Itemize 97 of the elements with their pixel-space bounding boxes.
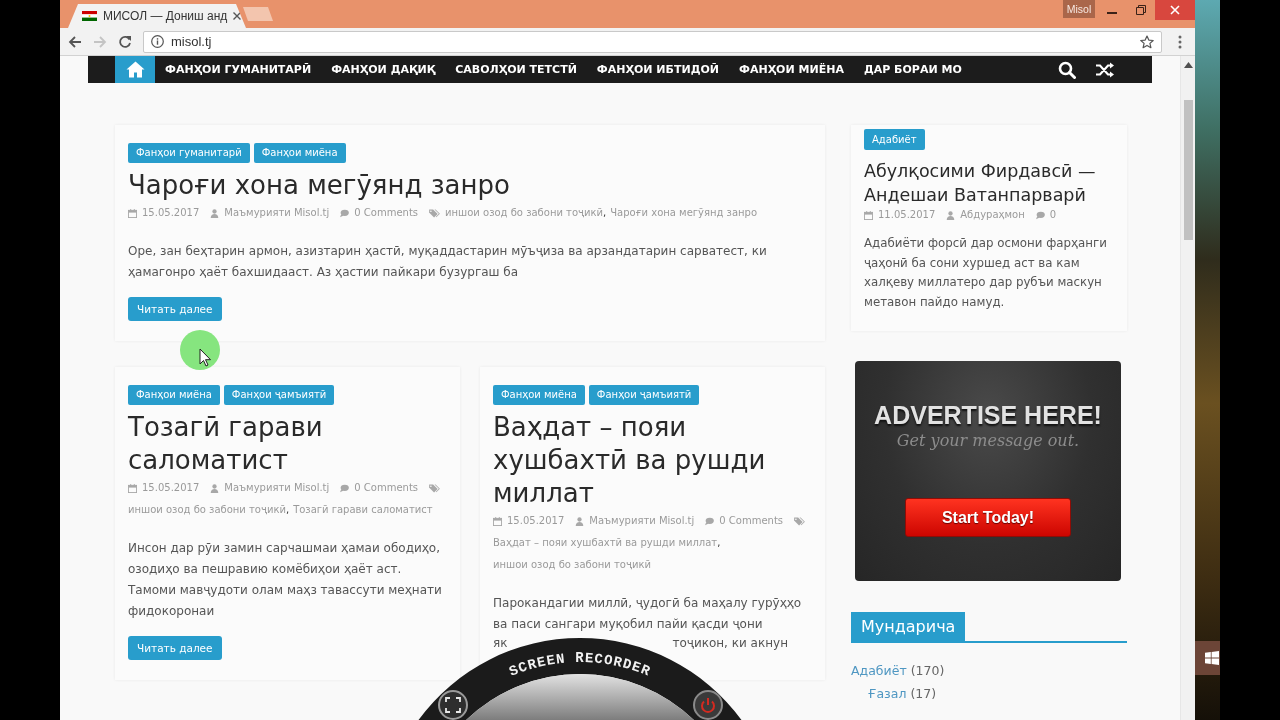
user-icon [946,210,956,220]
left-arrow-icon [68,34,82,49]
user-icon [210,208,220,218]
category-tag[interactable]: Адабиёт [864,129,925,150]
user-icon [575,516,585,526]
tab-close-icon[interactable] [233,12,242,20]
crop-button[interactable] [438,690,468,720]
excerpt-fragment: тоҷикон, ки акнун [672,636,788,651]
nav-link[interactable]: ФАНҲОИ МИЁНА [729,56,854,83]
tag-link[interactable]: Ваҳдат – пояи хушбахтӣ ва рушди миллат [493,532,718,554]
category-tag[interactable]: Фанҳои ҷамъиятӣ [223,385,335,405]
start-today-button[interactable]: Start Today! [905,498,1071,537]
minimize-icon [1106,12,1117,14]
tags-icon [429,208,441,218]
post-excerpt: Оре, зан беҳтарин армон, азизтарин ҳастӣ, муқаддастарин мӯъҷиза ва арзандатарин сарватест, ки ҳамагонро ҳаёт бахшидааст. Аз ҳастии пайкари бузургаш ба [128,243,768,281]
comments-link[interactable]: 0 [1049,207,1057,223]
tag-link[interactable]: Тозагӣ гарави саломатист [293,499,433,521]
four-squares-icon [1205,651,1219,665]
right-arrow-icon [93,34,107,49]
calendar-icon [128,483,137,493]
crop-icon [445,697,461,713]
post-title[interactable]: Тозагӣ гарави саломатист [128,411,447,477]
calendar-icon [864,210,873,220]
nav-link[interactable]: ФАНҲОИ ДАҚИҚ [321,56,446,83]
tag-separator: , [285,503,290,517]
nav-link[interactable]: ДАР БОРАИ МО [853,56,972,83]
post-date[interactable]: 15.05.2017 [507,510,565,532]
reload-icon [118,34,132,49]
category-tag[interactable]: Фанҳои гуманитарӣ [128,143,250,163]
address-text: misol.tj [171,34,212,49]
power-icon [701,697,715,713]
restore-icon [1135,5,1146,15]
power-button[interactable] [693,690,723,720]
tag-link[interactable]: иншои озод бо забони тоҷикӣ [128,499,286,521]
tag-separator: , [603,206,607,220]
nav-link[interactable]: ФАНҲОИ ИБТИДОӢ [586,56,729,83]
post-excerpt: Инсон дар рӯи замин сарчашмаи ҳамаи ободиҳо, озодиҳо ва пешравию комёбиҳои ҳаёт аст. Тамоми мавҷудоти олам маҳз тавассути меҳнати фидокоронаи [128,540,443,620]
star-icon[interactable] [1140,34,1154,49]
ad-headline: ADVERTISE HERE! [874,400,1102,431]
post-title[interactable]: Абулқосими Фирдавсӣ — Андешаи Ватанпарварӣ [864,159,1114,207]
nav-link[interactable]: САВОЛҲОИ ТЕТСТӢ [445,56,587,83]
comment-icon [340,483,350,493]
comment-icon [340,208,350,218]
calendar-icon [128,208,137,218]
post-author[interactable]: Маъмурияти Misol.tj [589,510,695,532]
tag-link[interactable]: иншои озод бо забони тоҷикӣ [445,202,603,224]
post-excerpt: Адабиёти форсӣ дар осмони фарҳанги ҷаҳонӣ ба сони хуршед аст ва кам халқеву миллатеро дар рубъи маскун метавон пайдо намуд. [864,235,1108,311]
category-link[interactable]: Ғазал [868,686,907,701]
post-author[interactable]: Маъмурияти Misol.tj [224,477,330,499]
comments-link[interactable]: 0 Comments [354,477,419,499]
post-author[interactable]: Маъмурияти Misol.tj [224,202,330,224]
calendar-icon [493,516,502,526]
post-author[interactable]: Абдураҳмон [960,207,1025,223]
ad-subline: Get your message out. [896,431,1080,451]
read-more-button[interactable]: Читать далее [128,636,222,660]
category-tag[interactable]: Фанҳои миёна [253,143,346,163]
post-title[interactable]: Ваҳдат – пояи хушбахтӣ ва рушди миллат [493,411,812,510]
comments-link[interactable]: 0 Comments [719,510,784,532]
tag-separator: , [717,536,721,550]
tag-link[interactable]: Чароғи хона мегӯянд занро [610,202,758,224]
search-icon[interactable] [1058,60,1076,79]
menu-icon [1178,34,1182,49]
comment-icon [1035,210,1045,220]
category-link[interactable]: Адабиёт [851,663,907,678]
category-count: (170) [910,663,945,678]
start-button[interactable] [1195,641,1220,675]
nav-link[interactable]: ФАНҲОИ ГУМАНИТАРӢ [155,56,322,83]
category-tag[interactable]: Фанҳои миёна [493,385,585,405]
address-bar[interactable]: misol.tj [143,30,1162,53]
post-title[interactable]: Чароғи хона мегӯянд занро [128,169,812,202]
post-date[interactable]: 15.05.2017 [142,477,200,499]
comment-icon [705,516,715,526]
tags-icon [429,483,441,493]
close-icon [1170,5,1180,15]
browser-tab[interactable]: МИСОЛ — Дониш анд [68,4,246,28]
tags-icon [794,516,806,526]
scrollbar[interactable] [1180,56,1195,720]
info-icon [151,35,164,48]
category-tag[interactable]: Фанҳои ҷамъиятӣ [588,385,700,405]
scrollbar-thumb[interactable] [1183,100,1193,240]
comments-link[interactable]: 0 Comments [354,202,419,224]
flag-icon [82,11,97,21]
home-button[interactable] [115,56,155,83]
user-icon [210,483,220,493]
widget-title: Мундарича [851,612,966,641]
shuffle-icon[interactable] [1096,60,1114,79]
category-tag[interactable]: Фанҳои миёна [128,385,220,405]
tag-link[interactable]: иншои озод бо забони тоҷикӣ [493,554,651,576]
home-icon [125,61,145,78]
category-count: (17) [910,686,937,701]
post-date[interactable]: 15.05.2017 [142,202,200,224]
excerpt-fragment: як [493,636,508,651]
post-date[interactable]: 11.05.2017 [878,207,936,223]
scroll-up-icon[interactable] [1183,62,1193,68]
tab-title: МИСОЛ — Дониш анд [103,9,228,23]
profile-button[interactable]: Misol [1063,0,1095,18]
read-more-button[interactable]: Читать далее [128,297,222,321]
